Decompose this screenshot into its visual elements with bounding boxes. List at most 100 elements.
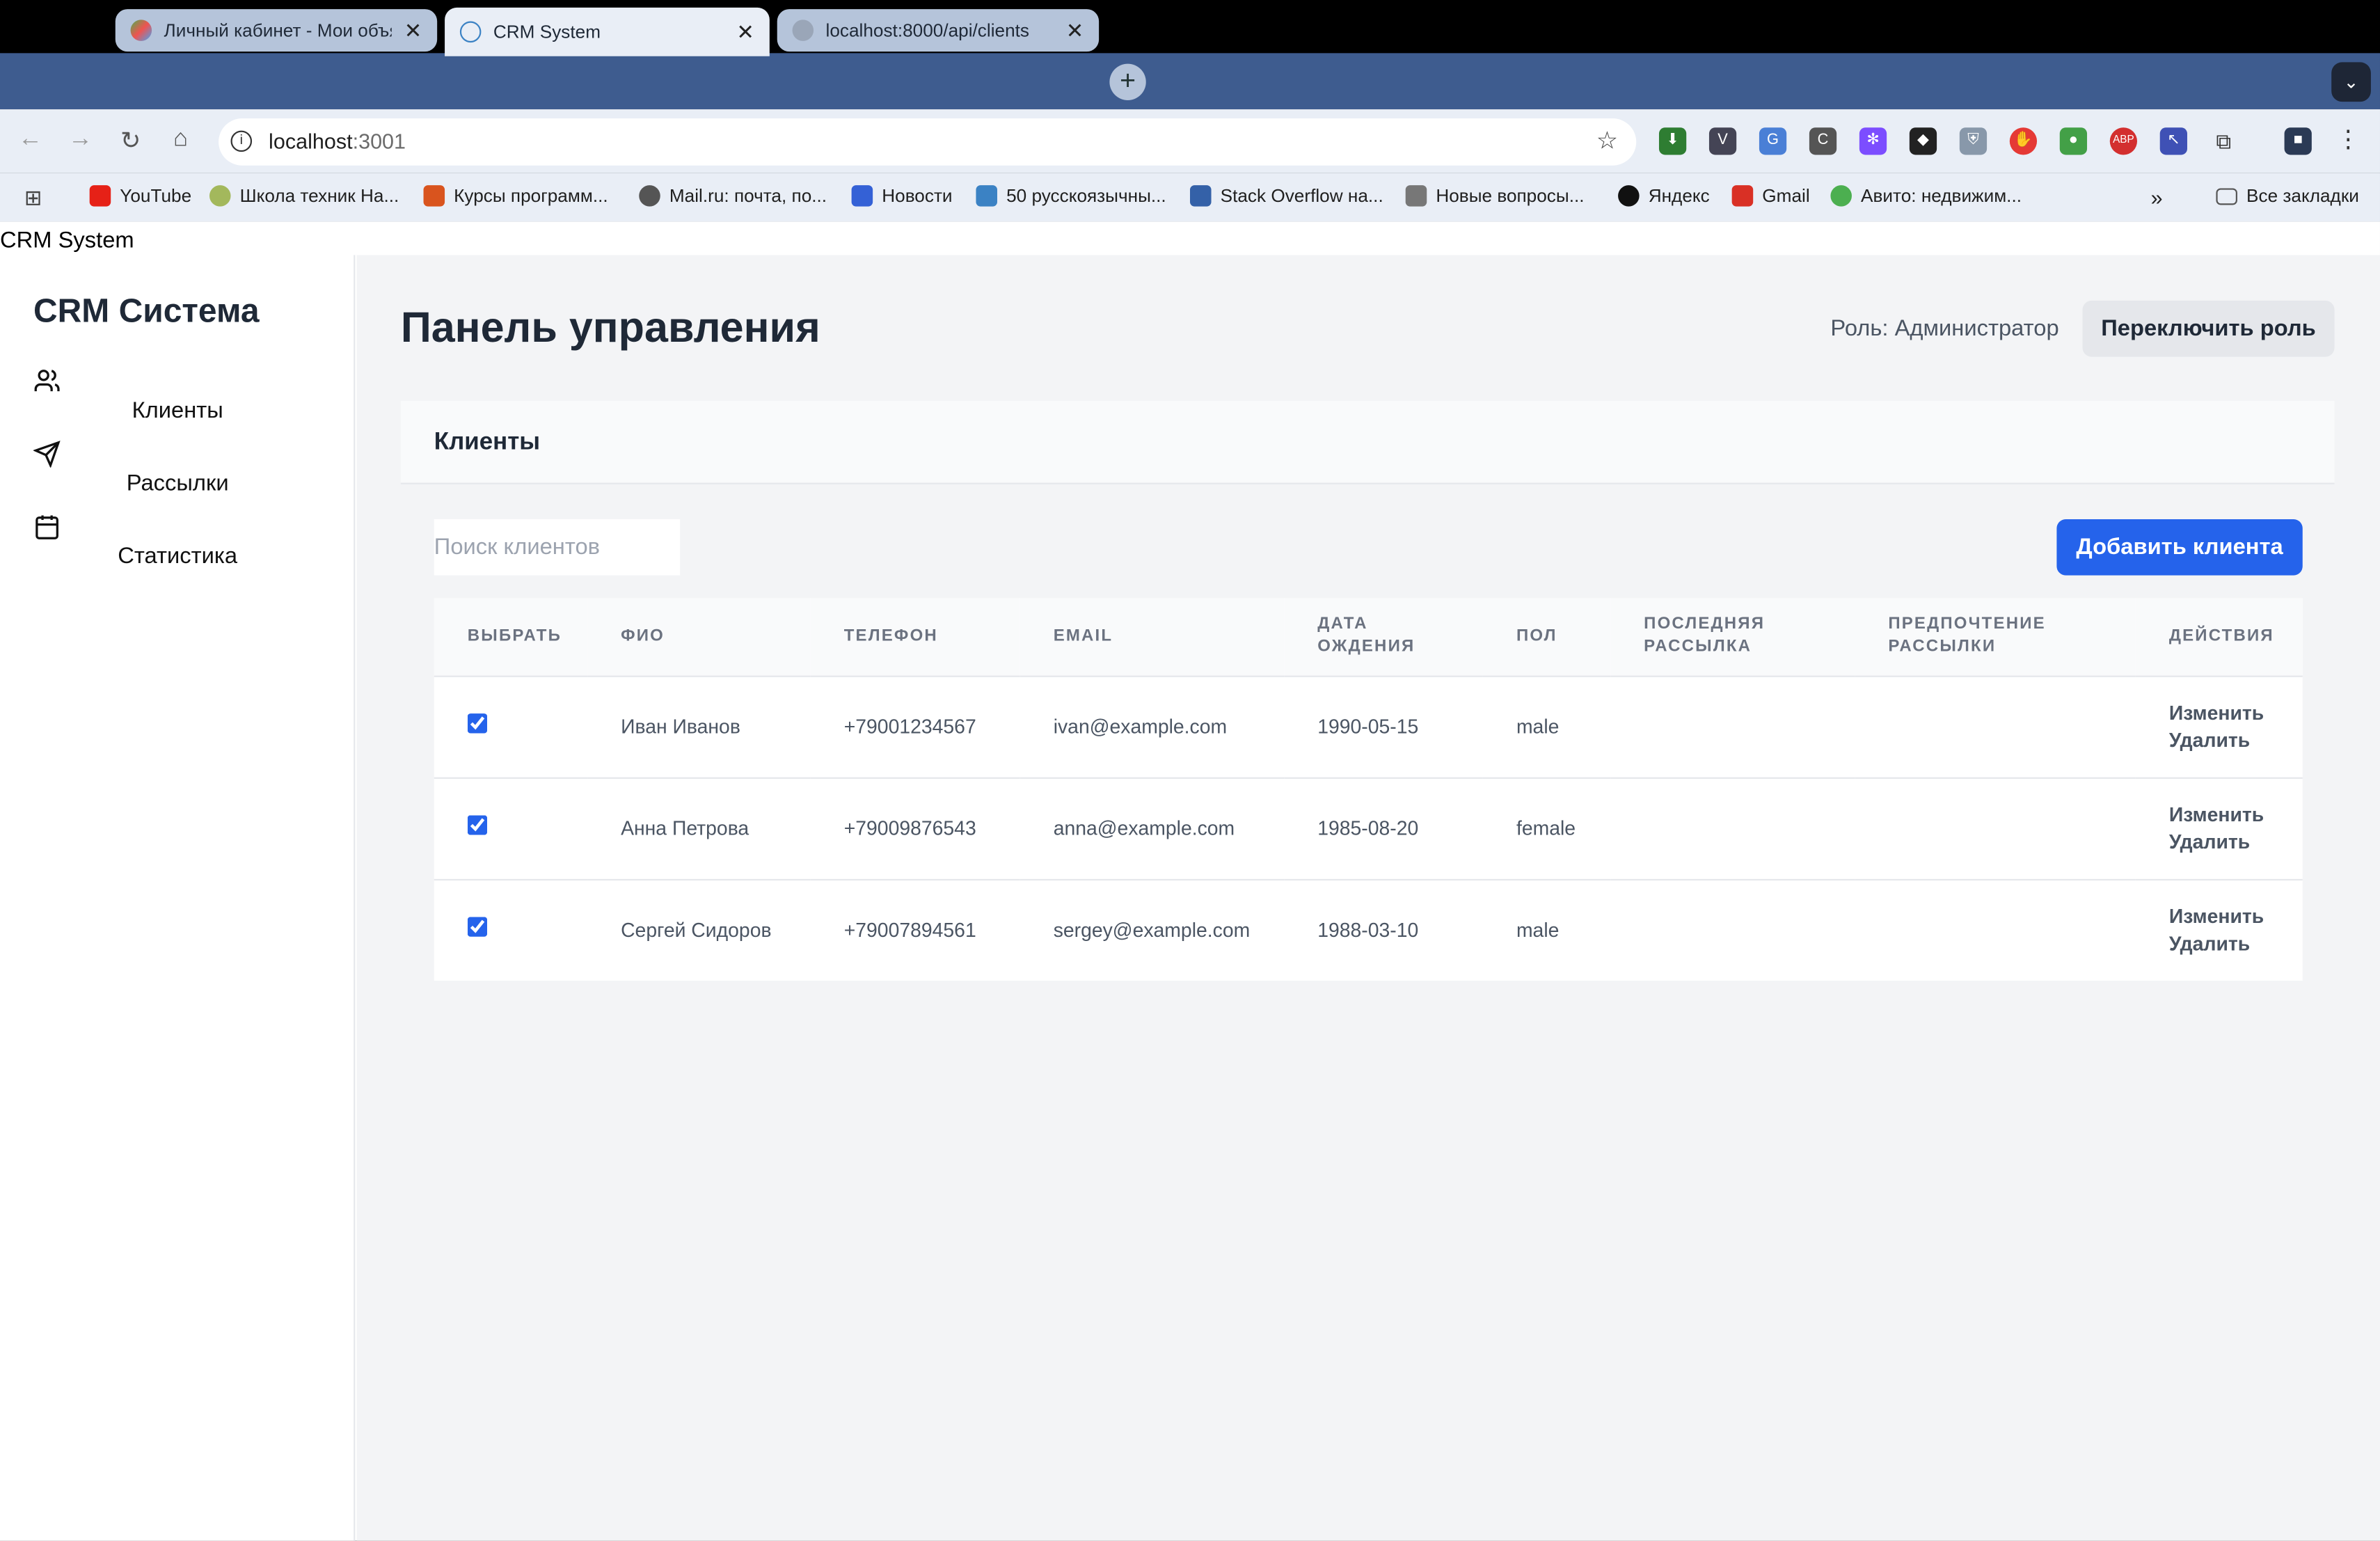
globe-icon xyxy=(639,185,660,207)
puzzle-extensions-icon[interactable]: ⧉ xyxy=(2210,127,2237,155)
users-icon xyxy=(34,370,60,392)
bookmark-50-russian[interactable]: 50 русскоязычны... xyxy=(976,185,1166,207)
tab-close-icon[interactable]: ✕ xyxy=(1066,17,1084,43)
url-text: localhost:3001 xyxy=(269,129,406,154)
tab-crm[interactable]: CRM System ✕ xyxy=(445,7,770,56)
delete-button[interactable]: Удалить xyxy=(2169,930,2303,957)
gear-extension-icon[interactable]: ✻ xyxy=(1859,127,1887,155)
brand-title: CRM Система xyxy=(33,291,260,330)
bookmark-new-questions[interactable]: Новые вопросы... xyxy=(1405,185,1585,207)
apps-grid-icon[interactable]: ⊞ xyxy=(24,185,42,211)
address-bar[interactable]: i localhost:3001 ☆ xyxy=(219,118,1637,166)
code-icon xyxy=(423,185,445,207)
calendar-icon xyxy=(35,515,58,539)
add-client-button[interactable]: Добавить клиента xyxy=(2056,519,2303,576)
table-row: Иван Иванов +79001234567 ivan@example.co… xyxy=(434,675,2303,777)
translate-extension-icon[interactable]: G xyxy=(1759,127,1787,155)
adblock-extension-icon[interactable]: ABP xyxy=(2109,127,2138,155)
bookmark-stackoverflow[interactable]: Stack Overflow на... xyxy=(1189,185,1383,207)
forward-arrow-icon[interactable]: → xyxy=(65,126,96,153)
folder-icon xyxy=(2216,187,2237,205)
cube-extension-icon[interactable]: ◆ xyxy=(1909,127,1937,155)
bookmark-mail[interactable]: Mail.ru: почта, по... xyxy=(639,185,827,207)
client-phone: +79009876543 xyxy=(843,816,976,840)
youtube-icon xyxy=(89,185,111,207)
column-header: EMAIL xyxy=(1053,626,1113,645)
bookmark-courses[interactable]: Курсы программ... xyxy=(423,185,608,207)
bookmark-youtube[interactable]: YouTube xyxy=(89,185,191,207)
tab-api-clients[interactable]: localhost:8000/api/clients ✕ xyxy=(777,9,1100,52)
tab-close-icon[interactable]: ✕ xyxy=(404,17,422,43)
client-birthdate: 1990-05-15 xyxy=(1317,715,1419,738)
cursor-extension-icon[interactable]: ↖ xyxy=(2159,127,2187,155)
delete-button[interactable]: Удалить xyxy=(2169,828,2303,855)
tab-cabinet[interactable]: Личный кабинет - Мои объя ✕ xyxy=(115,9,438,52)
client-phone: +79007894561 xyxy=(843,919,976,942)
client-name: Иван Иванов xyxy=(621,715,740,738)
react-favicon-icon xyxy=(459,21,482,43)
play-icon xyxy=(851,185,873,207)
bookmark-school[interactable]: Школа техник На... xyxy=(209,185,399,207)
table-row: Анна Петрова +79009876543 anna@example.c… xyxy=(434,777,2303,879)
person-extension-icon[interactable]: ● xyxy=(2059,127,2088,155)
column-header: ПРЕДПОЧТЕНИЕ РАССЫЛКИ xyxy=(1888,615,2046,656)
edit-button[interactable]: Изменить xyxy=(2169,903,2303,930)
back-arrow-icon[interactable]: ← xyxy=(15,126,46,153)
client-email: sergey@example.com xyxy=(1053,919,1251,942)
profile-avatar-icon[interactable]: ■ xyxy=(2284,127,2312,155)
column-header: ТЕЛЕФОН xyxy=(843,626,938,645)
tab-title: localhost:8000/api/clients xyxy=(825,19,1030,41)
edit-button[interactable]: Изменить xyxy=(2169,801,2303,828)
column-header: ДЕЙСТВИЯ xyxy=(2168,626,2274,645)
bookmark-star-icon[interactable]: ☆ xyxy=(1596,126,1618,157)
row-select-checkbox[interactable] xyxy=(467,917,488,938)
clients-card-title: Клиенты xyxy=(434,429,541,456)
sidebar-item-statistics[interactable]: Статистика xyxy=(0,544,355,569)
bookmark-news[interactable]: Новости xyxy=(851,185,953,207)
table-header-row: ВЫБРАТЬ ФИО ТЕЛЕФОН EMAIL ДАТА ОЖДЕНИЯ П… xyxy=(434,598,2303,676)
tab-strip xyxy=(0,53,2380,110)
hand-extension-icon[interactable]: ✋ xyxy=(2009,127,2038,155)
sidebar-item-mailings[interactable]: Рассылки xyxy=(0,471,355,496)
all-bookmarks[interactable]: Все закладки xyxy=(2216,185,2359,207)
tab-search-chevron-icon[interactable]: ⌄ xyxy=(2331,62,2371,102)
edit-button[interactable]: Изменить xyxy=(2169,699,2303,726)
client-birthdate: 1988-03-10 xyxy=(1317,919,1419,942)
reload-icon[interactable]: ↻ xyxy=(116,126,146,157)
bookmark-gmail[interactable]: Gmail xyxy=(1731,185,1810,207)
row-select-checkbox[interactable] xyxy=(467,713,488,734)
client-last-mailing xyxy=(1610,879,1855,981)
send-icon xyxy=(33,441,61,468)
home-icon[interactable]: ⌂ xyxy=(166,126,196,153)
download-extension-icon[interactable]: ⬇ xyxy=(1658,127,1687,155)
kebab-menu-icon[interactable]: ⋮ xyxy=(2335,127,2362,155)
client-mailing-preference xyxy=(1855,879,2136,981)
sidebar-item-clients[interactable]: Клиенты xyxy=(0,397,355,423)
school-icon xyxy=(209,185,231,207)
bookmark-yandex[interactable]: Яндекс xyxy=(1618,185,1710,207)
bookmark-avito[interactable]: Авито: недвижим... xyxy=(1830,185,2022,207)
client-birthdate: 1985-08-20 xyxy=(1317,816,1419,840)
column-header: ДАТА ОЖДЕНИЯ xyxy=(1317,615,1415,656)
client-email: anna@example.com xyxy=(1053,816,1235,840)
shield-extension-icon[interactable]: ⛨ xyxy=(1959,127,1988,155)
document-title: CRM System xyxy=(0,228,134,254)
stackoverflow-icon xyxy=(1189,185,1212,207)
more-bookmarks-chevron-icon[interactable]: » xyxy=(2151,185,2163,210)
gmail-icon xyxy=(1731,185,1754,207)
site-info-icon[interactable]: i xyxy=(230,130,253,152)
question-icon xyxy=(1405,185,1427,207)
tab-close-icon[interactable]: ✕ xyxy=(736,19,754,45)
client-mailing-preference xyxy=(1855,676,2136,777)
column-header: ПОСЛЕДНЯЯ РАССЫЛКА xyxy=(1644,615,1766,656)
search-input[interactable] xyxy=(434,519,681,576)
client-gender: male xyxy=(1516,919,1560,942)
code-extension-icon[interactable]: C xyxy=(1809,127,1837,155)
switch-role-button[interactable]: Переключить роль xyxy=(2082,300,2335,357)
row-select-checkbox[interactable] xyxy=(467,815,488,835)
client-gender: male xyxy=(1516,715,1560,738)
delete-button[interactable]: Удалить xyxy=(2169,727,2303,754)
client-last-mailing xyxy=(1610,676,1855,777)
vue-extension-icon[interactable]: V xyxy=(1708,127,1737,155)
new-tab-button[interactable]: + xyxy=(1109,63,1146,100)
